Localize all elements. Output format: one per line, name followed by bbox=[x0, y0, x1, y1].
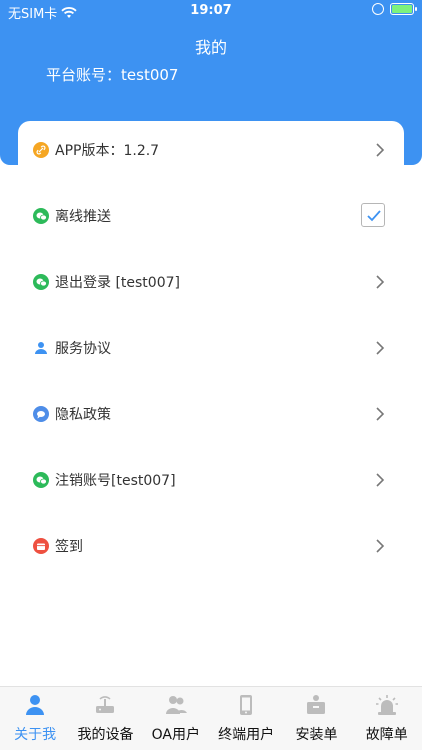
tab-label: 故障单 bbox=[365, 727, 408, 743]
tab-label: 终端用户 bbox=[218, 727, 275, 743]
app-version-label: APP版本：1.2.7 bbox=[55, 140, 159, 160]
page-title: 我的 bbox=[194, 38, 227, 57]
account-value: test007 bbox=[121, 66, 179, 84]
tab-label: 安装单 bbox=[295, 727, 338, 743]
battery-icon bbox=[390, 3, 417, 15]
clock: 19:07 bbox=[190, 3, 232, 18]
tab-label: 关于我 bbox=[14, 727, 57, 743]
tab-my-devices[interactable]: 我的设备 bbox=[70, 687, 140, 750]
wechat-icon bbox=[33, 472, 49, 488]
tab-install-orders[interactable]: 安装单 bbox=[281, 687, 351, 750]
alarm-icon bbox=[375, 695, 398, 715]
chevron-right-icon bbox=[376, 143, 385, 157]
tab-terminal-users[interactable]: 终端用户 bbox=[211, 687, 281, 750]
menu-item-label: 注销账号[test007] bbox=[55, 473, 176, 489]
chevron-right-icon bbox=[376, 341, 385, 355]
account-label: 平台账号： bbox=[46, 66, 122, 84]
chevron-right-icon bbox=[376, 539, 385, 553]
phone-icon bbox=[240, 695, 253, 715]
status-bar: 无SIM卡 19:07 bbox=[0, 0, 422, 22]
delete-account-row[interactable]: 注销账号[test007] bbox=[33, 460, 385, 500]
tab-label: OA用户 bbox=[151, 727, 200, 743]
menu-item-label: 退出登录 [test007] bbox=[55, 275, 180, 291]
tab-label: 我的设备 bbox=[77, 727, 134, 743]
install-box-icon bbox=[307, 695, 326, 714]
menu-item-label: 服务协议 bbox=[55, 341, 111, 357]
tab-about-me[interactable]: 关于我 bbox=[0, 687, 70, 750]
menu-item-label: 隐私政策 bbox=[55, 407, 111, 423]
offline-push-checkbox[interactable] bbox=[361, 203, 385, 227]
logout-row[interactable]: 退出登录 [test007] bbox=[33, 262, 385, 302]
wechat-icon bbox=[33, 274, 49, 290]
offline-push-row[interactable]: 离线推送 bbox=[33, 196, 385, 236]
service-agreement-row[interactable]: 服务协议 bbox=[33, 328, 385, 368]
chevron-right-icon bbox=[376, 407, 385, 421]
chevron-right-icon bbox=[376, 275, 385, 289]
rotation-lock-icon bbox=[372, 3, 384, 15]
person-icon bbox=[26, 695, 45, 715]
chevron-right-icon bbox=[376, 473, 385, 487]
router-icon bbox=[96, 696, 115, 713]
wechat-icon bbox=[33, 208, 49, 224]
version-value: 1.2.7 bbox=[123, 143, 160, 159]
checkmark-icon bbox=[367, 210, 381, 222]
menu-item-label: 签到 bbox=[55, 539, 83, 555]
tab-fault-orders[interactable]: 故障单 bbox=[352, 687, 422, 750]
bottom-tab-bar: 关于我 我的设备 OA用户 终端用户 安装单 故障单 bbox=[0, 686, 422, 750]
privacy-policy-row[interactable]: 隐私政策 bbox=[33, 394, 385, 434]
calendar-icon bbox=[33, 538, 49, 554]
chat-bubble-icon bbox=[33, 406, 49, 422]
app-version-row[interactable]: APP版本：1.2.7 bbox=[33, 130, 385, 170]
link-icon bbox=[33, 142, 49, 158]
version-label-text: APP版本： bbox=[55, 143, 124, 159]
users-icon bbox=[165, 696, 187, 714]
platform-account: 平台账号：test007 bbox=[46, 64, 178, 85]
sign-in-row[interactable]: 签到 bbox=[33, 526, 385, 566]
user-icon bbox=[33, 340, 49, 356]
menu-item-label: 离线推送 bbox=[55, 209, 111, 225]
tab-oa-users[interactable]: OA用户 bbox=[141, 687, 211, 750]
